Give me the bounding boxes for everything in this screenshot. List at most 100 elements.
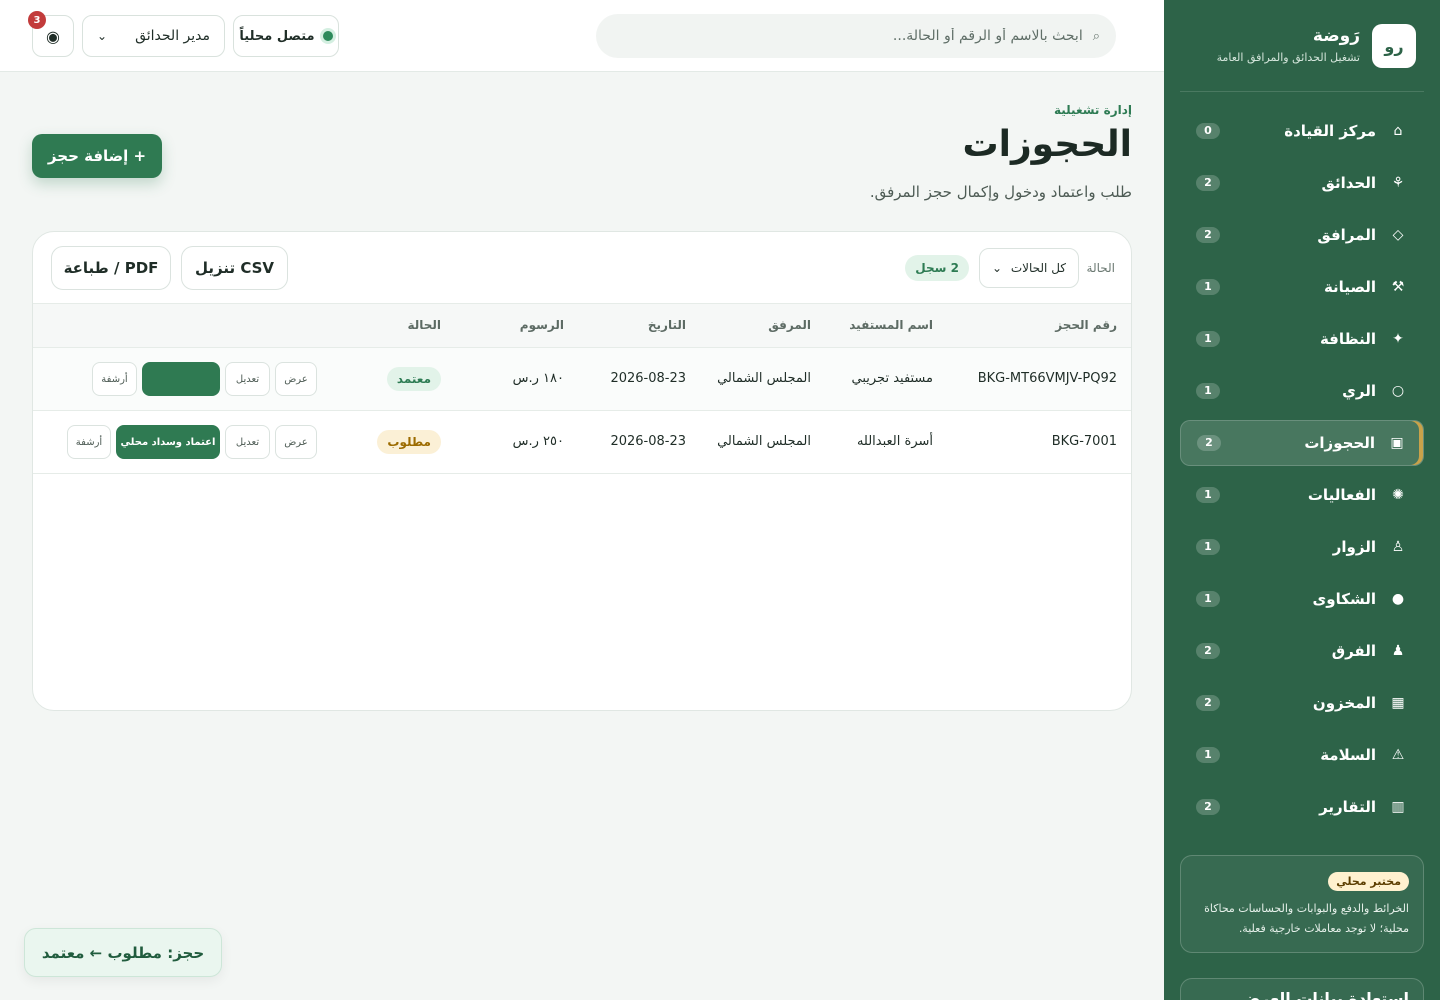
sidebar-item-teams[interactable]: ♟ الفرق 2	[1180, 628, 1424, 674]
sidebar-item-parks[interactable]: ⚘ الحدائق 2	[1180, 160, 1424, 206]
sidebar-item-label: المخزون	[1312, 694, 1376, 712]
search-icon: ⌕	[1092, 28, 1100, 44]
search-input[interactable]	[612, 28, 1083, 44]
sidebar-item-maintenance[interactable]: ⚒ الصيانة 1	[1180, 264, 1424, 310]
table-toolbar: الحالة كل الحالات ⌄ 2 سجل تنزيل CSV طباع…	[33, 232, 1131, 304]
sidebar-item-facilities[interactable]: ◇ المرافق 2	[1180, 212, 1424, 258]
tools-icon: ⚒	[1391, 279, 1405, 295]
sidebar-item-safety[interactable]: ⚠ السلامة 1	[1180, 732, 1424, 778]
team-icon: ♟	[1391, 643, 1405, 659]
search-box[interactable]: ⌕	[596, 14, 1116, 58]
column-header-beneficiary[interactable]: اسم المستفيد	[849, 318, 933, 332]
column-header-status[interactable]: الحالة	[407, 318, 441, 332]
status-filter-select[interactable]: كل الحالات ⌄	[979, 248, 1079, 288]
facility-cell: المجلس الشمالي	[717, 434, 811, 449]
sidebar-nav: ⌂ مركز القيادة 0 ⚘ الحدائق 2 ◇ المرافق 2…	[1180, 108, 1424, 836]
report-icon: ▥	[1391, 799, 1405, 815]
brand: رو رَوضة تشغيل الحدائق والمرافق العامة	[1180, 18, 1424, 92]
brand-tagline: تشغيل الحدائق والمرافق العامة	[1216, 51, 1360, 64]
sandbox-tag: مختبر محلي	[1328, 872, 1409, 891]
sidebar-item-events[interactable]: ✺ الفعاليات 1	[1180, 472, 1424, 518]
archive-button[interactable]: أرشفة	[67, 425, 111, 459]
facility-cell: المجلس الشمالي	[717, 371, 811, 386]
booking-id-cell: BKG-MT66VMJV-PQ92	[977, 371, 1117, 386]
archive-button[interactable]: أرشفة	[92, 362, 137, 396]
sidebar-item-count: 2	[1197, 435, 1221, 451]
warning-icon: ⚠	[1391, 747, 1405, 763]
sidebar-item-visitors[interactable]: ♙ الزوار 1	[1180, 524, 1424, 570]
column-header-date[interactable]: التاريخ	[648, 318, 686, 332]
row-primary-action-button[interactable]	[142, 362, 220, 396]
brand-name: رَوضة	[1312, 26, 1360, 46]
sidebar-item-count: 1	[1196, 331, 1220, 347]
page-eyebrow: إدارة تشغيلية	[1053, 103, 1132, 117]
role-select[interactable]: مدير الحدائق ⌄	[82, 15, 225, 57]
bookings-card: الحالة كل الحالات ⌄ 2 سجل تنزيل CSV طباع…	[32, 231, 1132, 711]
status-badge: مطلوب	[377, 430, 441, 454]
status-badge: معتمد	[386, 367, 441, 391]
booking-id-cell: BKG-7001	[1051, 434, 1117, 449]
sidebar-item-label: الشكاوى	[1312, 590, 1376, 608]
connection-status-label: متصل محلياً	[239, 28, 315, 44]
complaint-icon: ●	[1391, 591, 1405, 607]
download-csv-button[interactable]: تنزيل CSV	[181, 246, 288, 290]
sidebar-item-label: الري	[1342, 382, 1376, 400]
diamond-icon: ◇	[1392, 227, 1404, 243]
sidebar-item-count: 2	[1196, 227, 1220, 243]
sidebar-item-inventory[interactable]: ▦ المخزون 2	[1180, 680, 1424, 726]
sidebar-item-label: مركز القيادة	[1284, 122, 1376, 140]
chevron-down-icon: ⌄	[97, 29, 108, 43]
column-header-facility[interactable]: المرفق	[768, 318, 811, 332]
sidebar-item-label: النظافة	[1319, 330, 1376, 348]
status-filter-value: كل الحالات	[1010, 261, 1066, 275]
event-icon: ✺	[1392, 487, 1404, 503]
sidebar-item-label: الصيانة	[1323, 278, 1376, 296]
status-filter-label: الحالة	[1086, 261, 1115, 275]
view-button[interactable]: عرض	[275, 425, 317, 459]
add-booking-button[interactable]: + إضافة حجز	[32, 134, 162, 178]
theme-toggle-icon: ◉	[46, 26, 60, 46]
sidebar-item-command-center[interactable]: ⌂ مركز القيادة 0	[1180, 108, 1424, 154]
sidebar-item-label: الحدائق	[1321, 174, 1376, 192]
calendar-icon: ▣	[1390, 435, 1404, 451]
water-drop-icon: ○	[1391, 383, 1405, 399]
sandbox-text: الخرائط والدفع والبوابات والحساسات محاكا…	[1204, 902, 1409, 935]
sidebar-item-complaints[interactable]: ● الشكاوى 1	[1180, 576, 1424, 622]
sidebar-item-count: 0	[1196, 123, 1220, 139]
sidebar-item-count: 2	[1196, 643, 1220, 659]
column-header-fee[interactable]: الرسوم	[520, 318, 564, 332]
edit-button[interactable]: تعديل	[225, 362, 270, 396]
sidebar: رو رَوضة تشغيل الحدائق والمرافق العامة ⌂…	[1164, 0, 1440, 1000]
edit-button[interactable]: تعديل	[225, 425, 270, 459]
sidebar-item-cleaning[interactable]: ✦ النظافة 1	[1180, 316, 1424, 362]
page-subtitle: طلب واعتماد ودخول وإكمال حجز المرفق.	[869, 183, 1132, 201]
sidebar-item-irrigation[interactable]: ○ الري 1	[1180, 368, 1424, 414]
date-cell: 2026-08-23	[610, 434, 686, 449]
sandbox-notice: مختبر محلي الخرائط والدفع والبوابات والح…	[1180, 855, 1424, 953]
column-header-booking-id[interactable]: رقم الحجز	[1055, 318, 1117, 332]
home-icon: ⌂	[1393, 123, 1403, 139]
table-row[interactable]: BKG-MT66VMJV-PQ92 مستفيد تجريبي المجلس ا…	[33, 348, 1131, 411]
print-pdf-button[interactable]: طباعة / PDF	[51, 246, 171, 290]
connection-status[interactable]: متصل محلياً	[233, 15, 339, 57]
sidebar-item-count: 1	[1196, 487, 1220, 503]
sidebar-item-count: 2	[1196, 175, 1220, 191]
table-row[interactable]: BKG-7001 أسرة العبدالله المجلس الشمالي 2…	[33, 411, 1131, 474]
view-button[interactable]: عرض	[275, 362, 317, 396]
sidebar-item-label: الحجوزات	[1304, 434, 1375, 452]
visitor-icon: ♙	[1391, 539, 1405, 555]
sidebar-item-label: المرافق	[1317, 226, 1376, 244]
restore-demo-data-button[interactable]: استعادة بيانات العرض	[1180, 978, 1424, 1000]
brand-logo[interactable]: رو	[1372, 24, 1416, 68]
sidebar-item-count: 1	[1196, 591, 1220, 607]
approve-and-pay-button[interactable]: اعتماد وسداد محلي	[116, 425, 220, 459]
record-count-badge: 2 سجل	[905, 255, 969, 281]
flower-icon: ⚘	[1391, 175, 1405, 191]
topbar: ⌕ متصل محلياً مدير الحدائق ⌄ ◉ 3	[0, 0, 1164, 72]
sidebar-item-count: 2	[1196, 799, 1220, 815]
inventory-icon: ▦	[1391, 695, 1405, 711]
sparkle-icon: ✦	[1392, 331, 1404, 347]
sidebar-item-count: 1	[1196, 279, 1220, 295]
sidebar-item-reports[interactable]: ▥ التقارير 2	[1180, 784, 1424, 830]
sidebar-item-bookings[interactable]: ▣ الحجوزات 2	[1180, 420, 1424, 466]
